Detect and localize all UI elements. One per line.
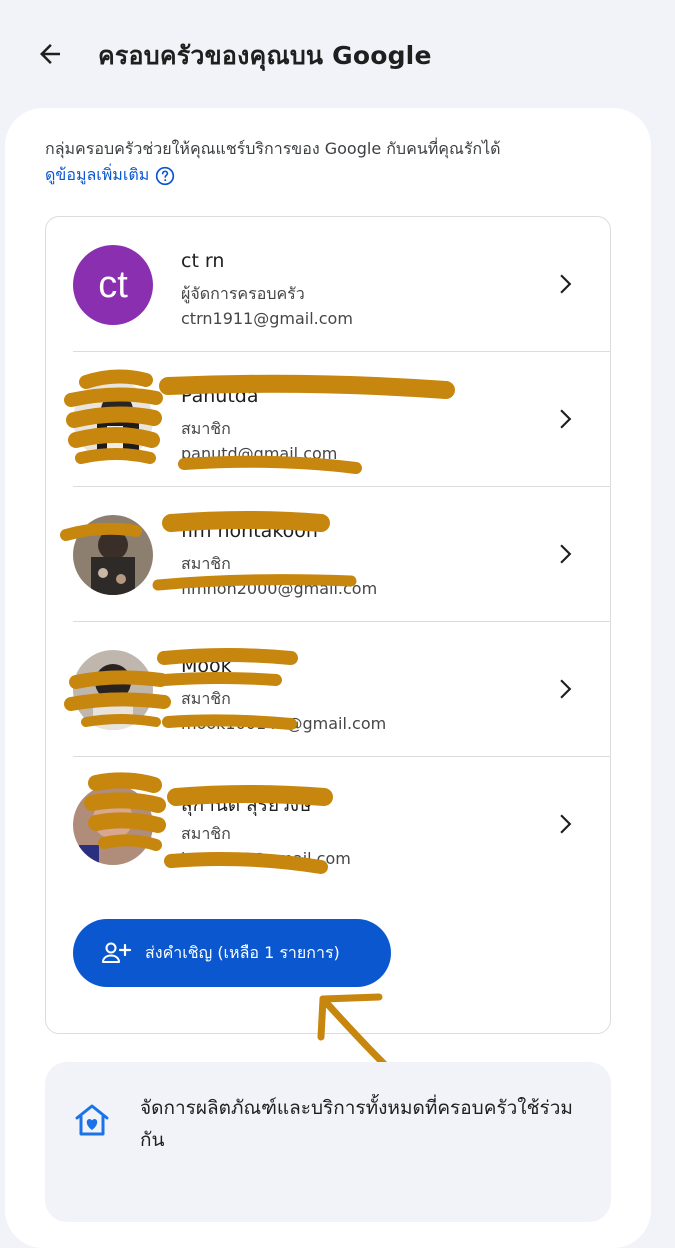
member-row[interactable]: fim nontakoon สมาชิก fimnon2000@gmail.co…	[46, 487, 610, 622]
member-row[interactable]: สุกานต์ สุริยวงษ์ สมาชิก kantin44@gmail.…	[46, 757, 610, 892]
member-name: Mook	[181, 655, 232, 677]
member-role: ผู้จัดการครอบครัว	[181, 284, 305, 303]
manage-shared-services-card[interactable]: จัดการผลิตภัณฑ์และบริการทั้งหมดที่ครอบคร…	[45, 1062, 611, 1222]
avatar: ct	[73, 245, 153, 325]
member-name: ct rn	[181, 250, 225, 272]
avatar	[73, 380, 153, 460]
learn-more-label: ดูข้อมูลเพิ่มเติม	[45, 165, 150, 184]
send-invite-button[interactable]: ส่งคำเชิญ (เหลือ 1 รายการ)	[73, 919, 391, 987]
arrow-left-icon	[40, 44, 60, 64]
chevron-right-icon	[560, 409, 572, 429]
member-row[interactable]: Panutda สมาชิก panutd@gmail.com	[46, 352, 610, 487]
member-row[interactable]: Mook สมาชิก mook100147@gmail.com	[46, 622, 610, 757]
member-email: fimnon2000@gmail.com	[181, 579, 378, 598]
member-email: panutd@gmail.com	[181, 444, 338, 463]
member-name: Panutda	[181, 385, 259, 407]
member-email: kantin44@gmail.com	[181, 849, 351, 868]
member-email: ctrn1911@gmail.com	[181, 309, 353, 328]
page-title: ครอบครัวของคุณบน Google	[98, 41, 432, 70]
member-name: fim nontakoon	[181, 520, 318, 542]
manage-label: จัดการผลิตภัณฑ์และบริการทั้งหมดที่ครอบคร…	[140, 1097, 573, 1151]
chevron-right-icon	[560, 814, 572, 834]
send-invite-label: ส่งคำเชิญ (เหลือ 1 รายการ)	[145, 942, 340, 962]
member-role: สมาชิก	[181, 824, 231, 843]
chevron-right-icon	[560, 679, 572, 699]
avatar	[73, 650, 153, 730]
person-add-icon	[102, 942, 132, 963]
member-email: mook100147@gmail.com	[181, 714, 387, 733]
member-role: สมาชิก	[181, 689, 231, 708]
family-home-heart-icon	[75, 1104, 109, 1136]
member-row-manager[interactable]: ct ct rn ผู้จัดการครอบครัว ctrn1911@gmai…	[46, 217, 610, 352]
chevron-right-icon	[560, 274, 572, 294]
top-app-bar: ครอบครัวของคุณบน Google	[0, 0, 675, 108]
learn-more-link[interactable]: ดูข้อมูลเพิ่มเติม	[45, 163, 175, 188]
members-card: ct ct rn ผู้จัดการครอบครัว ctrn1911@gmai…	[45, 216, 611, 1034]
avatar	[73, 515, 153, 595]
member-name: สุกานต์ สุริยวงษ์	[181, 794, 312, 816]
avatar	[73, 785, 153, 865]
chevron-right-icon	[560, 544, 572, 564]
member-role: สมาชิก	[181, 554, 231, 573]
back-button[interactable]	[30, 34, 70, 74]
member-role: สมาชิก	[181, 419, 231, 438]
intro-description: กลุ่มครอบครัวช่วยให้คุณแชร์บริการของ Goo…	[45, 139, 501, 158]
help-circle-icon	[156, 166, 175, 185]
